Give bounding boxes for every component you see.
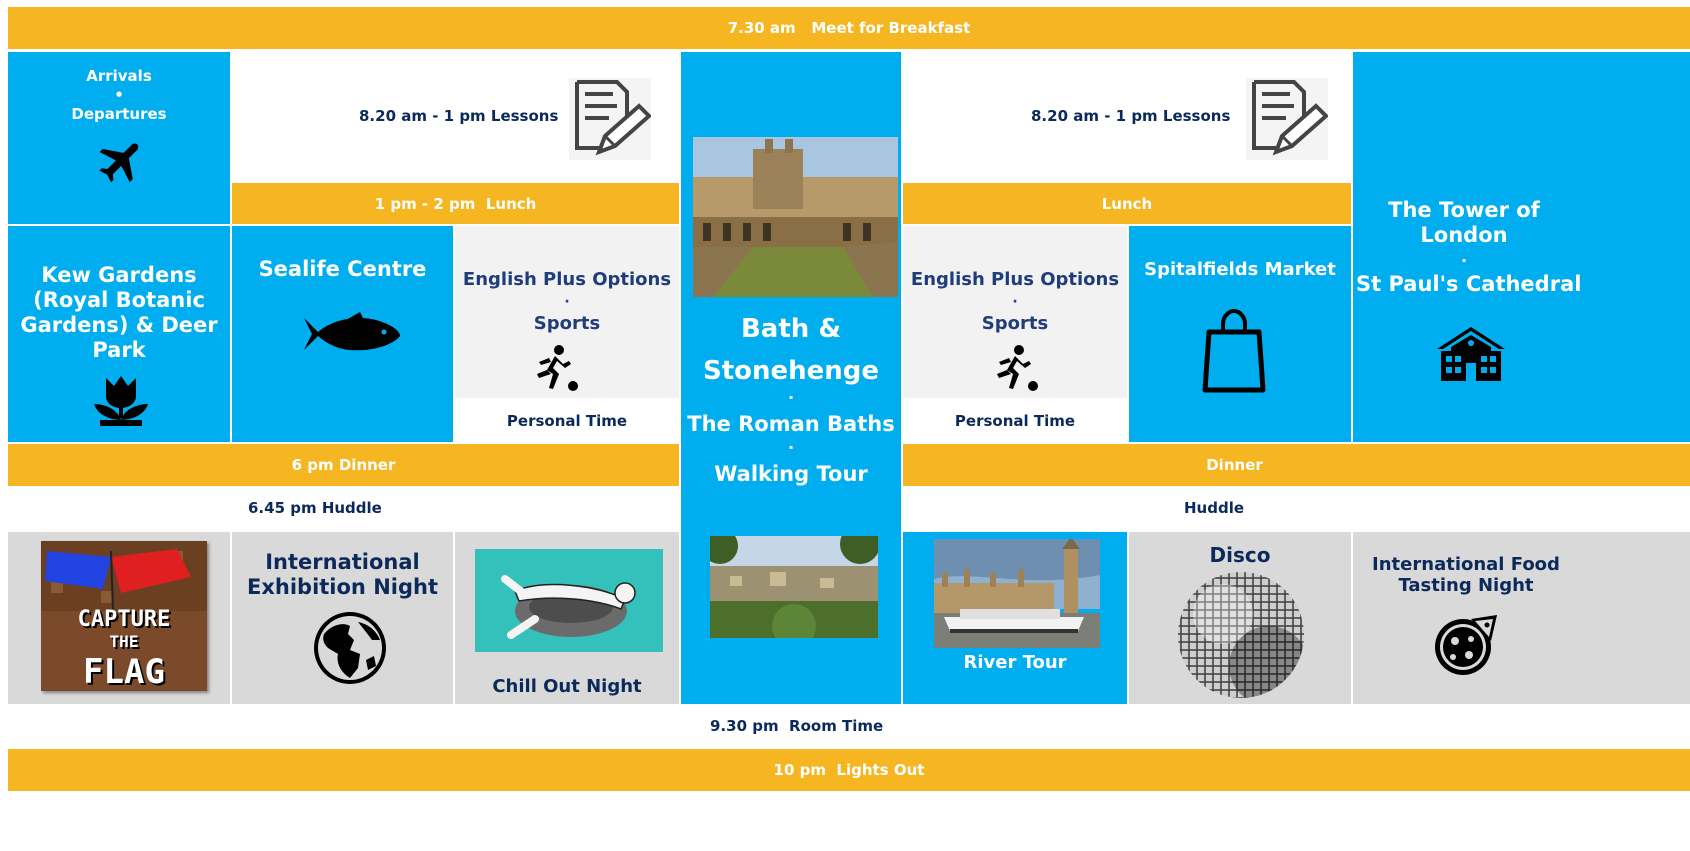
- lights-out-label: 10 pm Lights Out: [773, 761, 925, 779]
- english-plus-dot-1: ·: [564, 294, 570, 310]
- airplane-icon: [88, 130, 152, 190]
- disco-label: Disco: [1209, 543, 1271, 567]
- personal-time-cell-2: Personal Time: [903, 399, 1127, 442]
- lunch-bar-2: Lunch: [903, 183, 1351, 224]
- ctf-line1: CAPTURE: [77, 607, 171, 632]
- tulip-icon: [92, 374, 150, 426]
- food-tasting-cell: International Food Tasting Night: [1353, 532, 1690, 704]
- tower-line2: London: [1420, 223, 1508, 247]
- lessons-label-2: 8.20 am - 1 pm Lessons: [1031, 107, 1231, 125]
- lights-out-bar: 10 pm Lights Out: [8, 749, 1690, 791]
- exhibition-night-cell: International Exhibition Night: [232, 532, 453, 704]
- ctf-line3: FLAG: [83, 652, 165, 692]
- breakfast-label: 7.30 am Meet for Breakfast: [727, 19, 971, 37]
- soccer-player-icon: [529, 344, 579, 394]
- breakfast-bar: 7.30 am Meet for Breakfast: [8, 7, 1690, 49]
- tower-of-london-cell: The Tower of London · St Paul's Cathedra…: [1353, 52, 1690, 442]
- bath-dot-2: ·: [787, 438, 795, 457]
- departures-label: Departures: [71, 105, 167, 123]
- english-plus-dot-2: ·: [1012, 294, 1018, 310]
- dinner-label-1: 6 pm Dinner: [291, 456, 396, 474]
- english-plus-cell-2: English Plus Options · Sports: [903, 226, 1127, 398]
- arrivals-label: Arrivals: [86, 67, 152, 85]
- english-plus-cell-1: English Plus Options · Sports: [455, 226, 679, 398]
- english-plus-label-1: English Plus Options: [462, 269, 672, 290]
- bath-title-line2: Stonehenge: [702, 356, 880, 386]
- lesson-document-icon-2: [1246, 78, 1328, 160]
- river-tour-photo: [934, 539, 1100, 648]
- bath-dot-1: ·: [787, 388, 795, 407]
- personal-time-label-2: Personal Time: [954, 411, 1076, 430]
- chill-out-image: [475, 549, 663, 652]
- huddle-label-2: Huddle: [1184, 499, 1245, 517]
- dinner-label-2: Dinner: [1206, 456, 1263, 474]
- dinner-bar-2: Dinner: [903, 444, 1690, 486]
- st-pauls-label: St Paul's Cathedral: [1356, 272, 1582, 296]
- sports-label-2: Sports: [981, 313, 1049, 334]
- sealife-cell: Sealife Centre: [232, 226, 453, 442]
- room-time-label: 9.30 pm Room Time: [710, 717, 884, 735]
- capture-the-flag-image: CAPTURE THE FLAG: [41, 541, 207, 691]
- bath-city-photo: [710, 536, 878, 638]
- tower-line1: The Tower of: [1388, 198, 1540, 222]
- river-tour-label: River Tour: [963, 652, 1067, 673]
- roman-baths-label: The Roman Baths: [687, 412, 895, 436]
- lessons-cell-1: 8.20 am - 1 pm Lessons: [232, 52, 679, 182]
- disco-cell: Disco: [1129, 532, 1351, 704]
- lunch-label-1: 1 pm - 2 pm Lunch: [374, 194, 537, 213]
- sports-label-1: Sports: [533, 313, 601, 334]
- fish-icon: [302, 312, 402, 356]
- pizza-icon: [1431, 611, 1503, 677]
- capture-the-flag-cell: CAPTURE THE FLAG: [8, 532, 230, 704]
- soccer-player-icon-2: [989, 344, 1039, 394]
- spitalfields-cell: Spitalfields Market: [1129, 226, 1351, 442]
- lunch-label-2: Lunch: [1101, 194, 1153, 213]
- tower-dot: ·: [1460, 251, 1468, 270]
- river-tour-cell: River Tour: [903, 532, 1127, 704]
- globe-icon: [310, 610, 394, 686]
- walking-tour-label: Walking Tour: [714, 462, 868, 486]
- bath-stonehenge-column: Bath & Stonehenge · The Roman Baths · Wa…: [681, 52, 901, 704]
- lessons-label-1: 8.20 am - 1 pm Lessons: [359, 107, 559, 125]
- food-tasting-label: International Food Tasting Night: [1372, 554, 1560, 596]
- exhibition-night-label: International Exhibition Night: [247, 550, 438, 599]
- chill-out-label: Chill Out Night: [492, 676, 642, 697]
- personal-time-cell-1: Personal Time: [455, 399, 679, 442]
- kew-gardens-cell: Kew Gardens (Royal Botanic Gardens) & De…: [8, 226, 230, 442]
- huddle-label-1: 6.45 pm Huddle: [248, 499, 382, 517]
- chill-out-cell: Chill Out Night: [455, 532, 679, 704]
- english-plus-label-2: English Plus Options: [910, 269, 1120, 290]
- kew-gardens-label: Kew Gardens (Royal Botanic Gardens) & De…: [20, 263, 218, 362]
- lunch-bar-1: 1 pm - 2 pm Lunch: [232, 183, 679, 224]
- dinner-bar-1: 6 pm Dinner: [8, 444, 679, 486]
- bath-title-line1: Bath &: [740, 314, 842, 344]
- ctf-line2: THE: [109, 632, 139, 651]
- lesson-document-icon: [569, 78, 651, 160]
- cathedral-icon: [1435, 325, 1507, 383]
- shopping-bag-icon: [1201, 308, 1267, 394]
- bullet-separator: •: [114, 86, 124, 104]
- disco-ball-icon: [1173, 570, 1309, 700]
- personal-time-label-1: Personal Time: [506, 411, 628, 430]
- sealife-label: Sealife Centre: [258, 257, 427, 281]
- arrivals-departures-cell: Arrivals • Departures: [8, 52, 230, 224]
- roman-baths-photo: [693, 137, 898, 297]
- lessons-cell-2: 8.20 am - 1 pm Lessons: [903, 52, 1351, 182]
- spitalfields-label: Spitalfields Market: [1144, 259, 1336, 280]
